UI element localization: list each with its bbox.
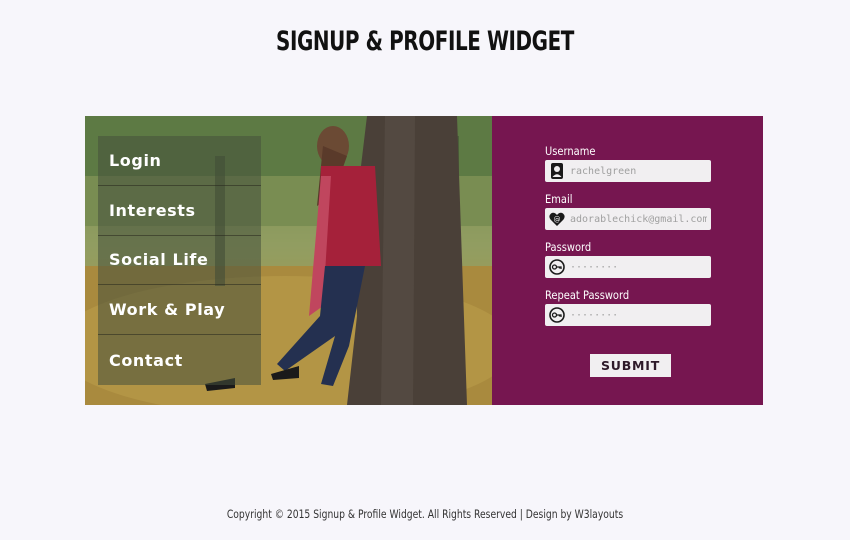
username-input[interactable] [567,161,707,181]
menu-item-contact[interactable]: Contact [98,335,261,385]
repeat-password-field [545,304,711,326]
menu-item-login[interactable]: Login [98,136,261,186]
menu-item-interests[interactable]: Interests [98,186,261,236]
email-label: Email [545,192,573,206]
key-icon [547,304,567,326]
submit-button[interactable]: SUBMIT [590,354,671,377]
at-heart-icon: @ [547,208,567,230]
repeat-password-input[interactable] [567,305,707,325]
menu-item-work-and-play[interactable]: Work & Play [98,285,261,336]
side-menu: Login Interests Social Life Work & Play … [98,136,261,385]
signup-widget: Login Interests Social Life Work & Play … [85,116,763,405]
footer-copyright: Copyright © 2015 Signup & Profile Widget… [226,507,624,521]
email-input[interactable] [567,209,707,229]
signup-form: Username Email @ [545,144,711,336]
username-label: Username [545,144,596,158]
repeat-password-label: Repeat Password [545,288,630,302]
username-field [545,160,711,182]
user-icon [547,160,567,182]
password-field [545,256,711,278]
profile-photo-panel: Login Interests Social Life Work & Play … [85,116,492,405]
email-field: @ [545,208,711,230]
signup-form-panel: Username Email @ [492,116,763,405]
key-icon [547,256,567,278]
password-label: Password [545,240,592,254]
page-title: SIGNUP & PROFILE WIDGET [276,26,574,57]
svg-text:@: @ [554,215,561,223]
menu-item-social-life[interactable]: Social Life [98,236,261,286]
password-input[interactable] [567,257,707,277]
